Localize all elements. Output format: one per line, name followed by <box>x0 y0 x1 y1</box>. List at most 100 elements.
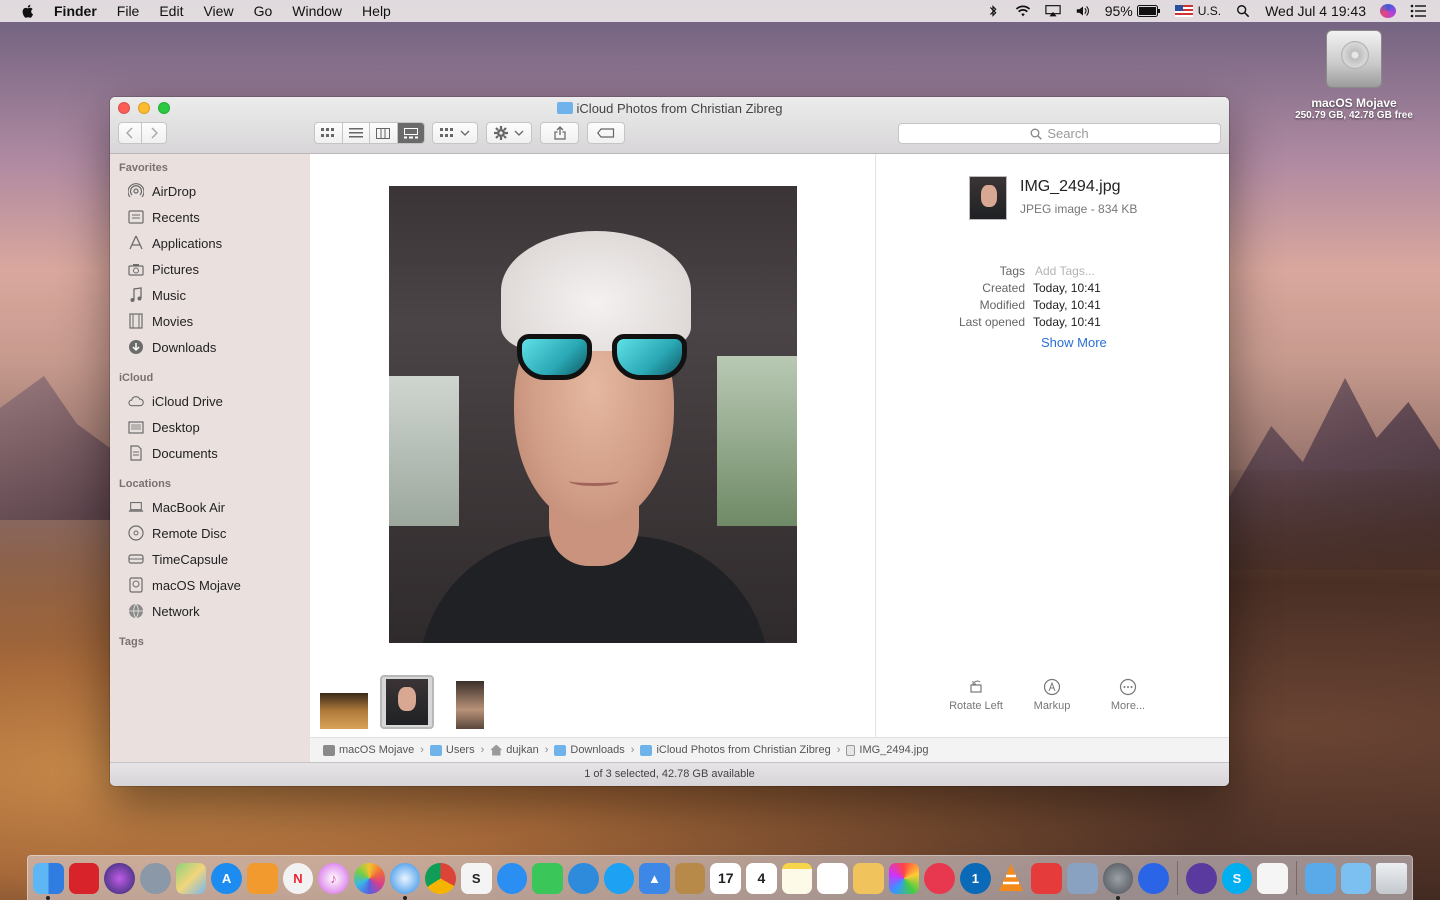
reminders-icon[interactable] <box>817 862 849 894</box>
icon-view-button[interactable] <box>315 123 343 143</box>
trash-icon[interactable] <box>1376 862 1407 894</box>
1password-icon[interactable]: 1 <box>960 862 991 894</box>
nordvpn-icon[interactable] <box>1138 862 1169 894</box>
airplay-icon[interactable] <box>1045 4 1061 18</box>
pdf-expert-icon[interactable] <box>1031 862 1063 894</box>
applications-folder-icon[interactable] <box>1304 862 1336 894</box>
messages-icon[interactable] <box>496 862 528 894</box>
alfred-icon[interactable] <box>1185 862 1217 894</box>
menu-window[interactable]: Window <box>292 3 342 19</box>
preview-app-icon[interactable] <box>853 862 884 894</box>
notebook-icon[interactable] <box>674 862 706 894</box>
battery-percent[interactable]: 95% <box>1105 3 1133 19</box>
thumbnail-3[interactable] <box>456 681 484 729</box>
image-capture-icon[interactable] <box>1067 862 1098 894</box>
maps-icon[interactable] <box>175 862 207 894</box>
facetime-icon[interactable] <box>532 862 563 894</box>
input-source[interactable]: U.S. <box>1198 4 1221 18</box>
sidebar-item-macbook-air[interactable]: MacBook Air <box>110 494 310 520</box>
sidebar-item-icloud-drive[interactable]: iCloud Drive <box>110 388 310 414</box>
sidebar-item-network[interactable]: Network <box>110 598 310 624</box>
forward-button[interactable] <box>142 122 167 144</box>
list-view-button[interactable] <box>343 123 370 143</box>
news-icon[interactable]: N <box>282 862 314 894</box>
show-more-link[interactable]: Show More <box>1041 335 1107 350</box>
volume-icon[interactable] <box>1075 4 1091 18</box>
textedit-document-icon[interactable] <box>1257 862 1288 894</box>
sidebar-item-remote-disc[interactable]: Remote Disc <box>110 520 310 546</box>
desktop-disk-macos-mojave[interactable]: macOS Mojave 250.79 GB, 42.78 GB free <box>1290 30 1418 121</box>
thumbnail-1[interactable] <box>320 693 368 729</box>
path-item-disk[interactable]: macOS Mojave <box>323 744 414 756</box>
sidebar-item-airdrop[interactable]: AirDrop <box>110 178 310 204</box>
us-flag-icon[interactable] <box>1174 5 1193 17</box>
thumbnail-2-selected[interactable] <box>380 675 434 729</box>
sidebar-item-movies[interactable]: Movies <box>110 308 310 334</box>
spotlight-search-icon[interactable] <box>1235 4 1251 18</box>
search-field[interactable]: Search <box>898 123 1221 144</box>
finder-icon[interactable] <box>33 862 64 900</box>
more-actions-button[interactable]: More... <box>1090 678 1166 712</box>
rotate-left-button[interactable]: Rotate Left <box>938 678 1014 712</box>
airmail-icon[interactable] <box>924 862 956 894</box>
sidebar-item-recents[interactable]: Recents <box>110 204 310 230</box>
notification-center-icon[interactable] <box>1410 4 1426 18</box>
itunes-icon[interactable]: ♪ <box>318 862 349 894</box>
skype-icon[interactable]: S <box>1221 862 1253 894</box>
chrome-icon[interactable] <box>425 862 456 894</box>
system-preferences-icon[interactable] <box>1102 862 1134 900</box>
title-bar[interactable]: iCloud Photos from Christian Zibreg Sear… <box>110 97 1229 154</box>
pixelmator-icon[interactable] <box>888 862 920 894</box>
sidebar-item-applications[interactable]: Applications <box>110 230 310 256</box>
action-menu-button[interactable] <box>486 122 532 144</box>
path-item-file[interactable]: IMG_2494.jpg <box>846 744 929 756</box>
apple-menu-icon[interactable] <box>20 3 36 19</box>
photo-booth-icon[interactable] <box>68 862 100 894</box>
add-tags-field[interactable]: Add Tags... <box>1033 264 1095 281</box>
menu-go[interactable]: Go <box>254 3 273 19</box>
sidebar-item-macos-mojave[interactable]: macOS Mojave <box>110 572 310 598</box>
sidebar-item-documents[interactable]: Documents <box>110 440 310 466</box>
menu-view[interactable]: View <box>203 3 233 19</box>
share-button[interactable] <box>540 122 579 144</box>
menu-edit[interactable]: Edit <box>159 3 183 19</box>
scrivener-icon[interactable]: S <box>460 862 492 894</box>
books-icon[interactable] <box>246 862 278 894</box>
reminders-calendar-icon[interactable]: 4 <box>746 862 777 894</box>
group-by-button[interactable] <box>432 122 478 144</box>
sidebar-item-timecapsule[interactable]: TimeCapsule <box>110 546 310 572</box>
menu-file[interactable]: File <box>117 3 140 19</box>
sidebar-item-desktop[interactable]: Desktop <box>110 414 310 440</box>
twitter-icon[interactable] <box>603 862 635 894</box>
downloads-folder-icon[interactable] <box>1340 862 1372 894</box>
sidebar-item-downloads[interactable]: Downloads <box>110 334 310 360</box>
app-store-icon[interactable]: A <box>211 862 242 894</box>
path-item-downloads[interactable]: Downloads <box>554 744 625 756</box>
bluetooth-icon[interactable] <box>985 4 1001 18</box>
battery-icon[interactable] <box>1136 4 1161 18</box>
launchpad-icon[interactable] <box>139 862 171 894</box>
photos-icon[interactable] <box>353 862 385 894</box>
photo-preview-image[interactable] <box>389 186 797 643</box>
tweetbot-icon[interactable] <box>567 862 599 894</box>
column-view-button[interactable] <box>370 123 398 143</box>
menu-help[interactable]: Help <box>362 3 391 19</box>
siri-icon[interactable] <box>1380 4 1396 18</box>
markup-button[interactable]: Markup <box>1014 678 1090 712</box>
app-menu-finder[interactable]: Finder <box>54 3 97 19</box>
notes-icon[interactable] <box>781 862 813 894</box>
gallery-view-button[interactable] <box>397 123 424 143</box>
path-item-users[interactable]: Users <box>429 744 475 756</box>
testflight-icon[interactable]: ▲ <box>639 862 670 894</box>
menu-clock[interactable]: Wed Jul 4 19:43 <box>1265 3 1366 19</box>
back-button[interactable] <box>118 122 142 144</box>
edit-tags-button[interactable] <box>587 122 625 144</box>
vlc-icon[interactable] <box>996 863 1027 894</box>
calendar-icon[interactable]: 17 <box>710 862 742 894</box>
safari-icon[interactable] <box>389 862 421 900</box>
path-item-home[interactable]: dujkan <box>490 744 539 756</box>
wifi-icon[interactable] <box>1015 4 1031 18</box>
path-item-folder[interactable]: iCloud Photos from Christian Zibreg <box>640 744 831 756</box>
siri-app-icon[interactable] <box>104 862 135 894</box>
sidebar-item-music[interactable]: Music <box>110 282 310 308</box>
